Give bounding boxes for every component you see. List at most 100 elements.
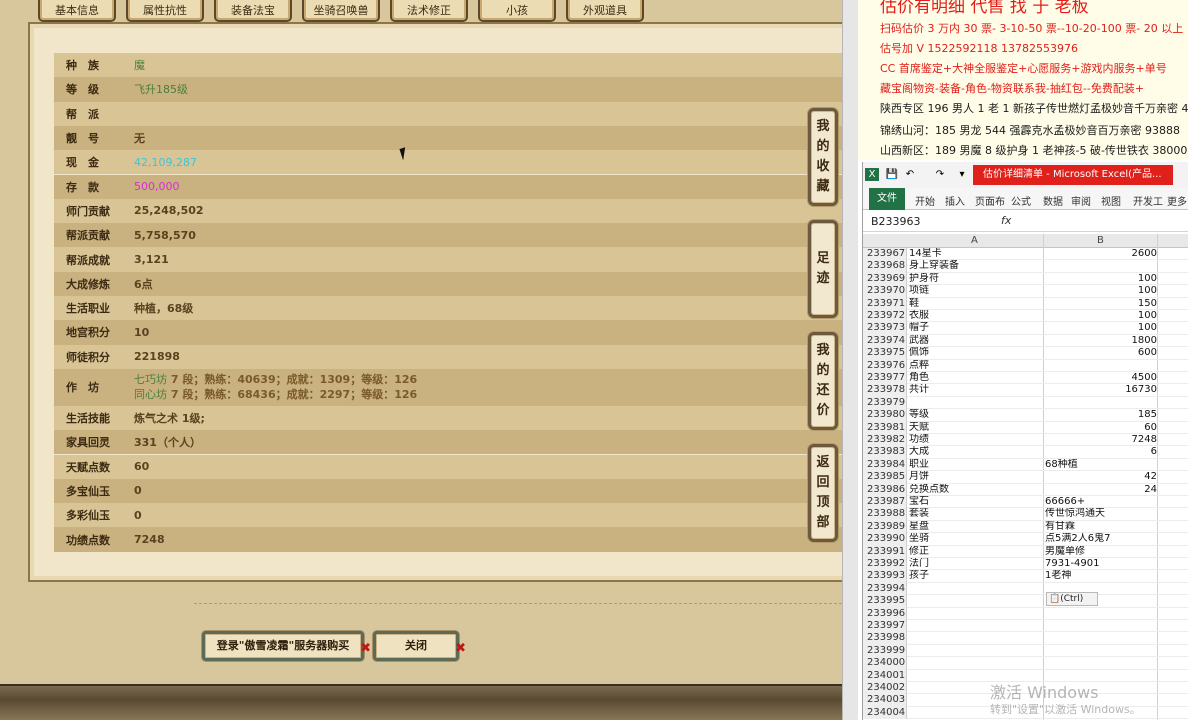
cell-b[interactable]: 150 xyxy=(1045,298,1157,310)
tab-3[interactable]: 装备法宝 xyxy=(214,0,292,22)
row-number[interactable]: 233968 xyxy=(863,260,907,273)
row-number[interactable]: 233980 xyxy=(863,409,907,422)
cell-b[interactable]: 100 xyxy=(1045,310,1157,322)
back-to-top-button[interactable]: 返回顶部 xyxy=(808,444,838,542)
cell-b[interactable]: 42 xyxy=(1045,471,1157,483)
row-number[interactable]: 233987 xyxy=(863,496,907,509)
row-number[interactable]: 233972 xyxy=(863,310,907,323)
cell-b[interactable]: 68种植 xyxy=(1045,459,1157,471)
cell-a[interactable]: 帽子 xyxy=(909,322,1043,334)
cell-a[interactable]: 14星卡 xyxy=(909,248,1043,260)
my-favorites-button[interactable]: 我的收藏 xyxy=(808,108,838,206)
row-number[interactable]: 234001 xyxy=(863,669,907,682)
cell-b[interactable]: 24 xyxy=(1045,484,1157,496)
redo-icon[interactable]: ↷ xyxy=(933,168,947,181)
ribbon-tab-2[interactable]: 开始 xyxy=(915,193,935,208)
column-b-header[interactable]: B xyxy=(1097,235,1104,246)
cell-a[interactable]: 坐骑 xyxy=(909,533,1043,545)
row-number[interactable]: 233997 xyxy=(863,620,907,633)
name-box[interactable]: B233963 xyxy=(871,214,959,230)
cell-a[interactable]: 功绩 xyxy=(909,434,1043,446)
cell-a[interactable]: 兑换点数 xyxy=(909,484,1043,496)
cell-b[interactable]: 点5满2人6鬼7 xyxy=(1045,533,1157,545)
row-number[interactable]: 233985 xyxy=(863,471,907,484)
tab-1[interactable]: 基本信息 xyxy=(38,0,116,22)
quick-access-dropdown-icon[interactable]: ▾ xyxy=(955,168,969,181)
cell-b[interactable]: 100 xyxy=(1045,285,1157,297)
cell-b[interactable]: 600 xyxy=(1045,347,1157,359)
cell-b[interactable]: 有甘霖 xyxy=(1045,521,1157,533)
row-number[interactable]: 233993 xyxy=(863,570,907,583)
row-number[interactable]: 233978 xyxy=(863,384,907,397)
cell-b[interactable]: 男魔单修 xyxy=(1045,546,1157,558)
cell-a[interactable]: 佩饰 xyxy=(909,347,1043,359)
row-number[interactable]: 233967 xyxy=(863,248,907,261)
row-number[interactable]: 233996 xyxy=(863,607,907,620)
row-number[interactable]: 234004 xyxy=(863,706,907,720)
cell-b[interactable]: 100 xyxy=(1045,322,1157,334)
row-number[interactable]: 233983 xyxy=(863,446,907,459)
fx-icon[interactable]: fx xyxy=(1001,214,1011,227)
cell-b[interactable]: 6 xyxy=(1045,446,1157,458)
cell-b[interactable]: 1老神 xyxy=(1045,570,1157,582)
row-number[interactable]: 233975 xyxy=(863,347,907,360)
cell-b[interactable]: 7931-4901 xyxy=(1045,558,1157,570)
row-number[interactable]: 233970 xyxy=(863,285,907,298)
cell-b[interactable]: 16730 xyxy=(1045,384,1157,396)
login-server-buy-button[interactable]: 登录"傲雪凌霜"服务器购买 ✖ xyxy=(202,631,371,661)
row-number[interactable]: 233981 xyxy=(863,421,907,434)
cell-a[interactable]: 职业 xyxy=(909,459,1043,471)
cell-a[interactable]: 月饼 xyxy=(909,471,1043,483)
tab-6[interactable]: 小孩 xyxy=(478,0,556,22)
ribbon-tab-3[interactable]: 插入 xyxy=(945,193,965,208)
cell-a[interactable]: 武器 xyxy=(909,335,1043,347)
tab-4[interactable]: 坐骑召唤兽 xyxy=(302,0,380,22)
cell-a[interactable]: 大成 xyxy=(909,446,1043,458)
paste-options-button[interactable]: 📋(Ctrl) xyxy=(1046,592,1098,606)
ribbon-tab-6[interactable]: 数据 xyxy=(1043,193,1063,208)
ribbon-tab-1[interactable]: 文件 xyxy=(869,188,905,210)
cell-b[interactable]: 66666+ xyxy=(1045,496,1157,508)
save-icon[interactable]: 💾 xyxy=(885,168,899,181)
row-number[interactable]: 233989 xyxy=(863,520,907,534)
cell-b[interactable]: 100 xyxy=(1045,273,1157,285)
row-number[interactable]: 233974 xyxy=(863,334,907,348)
row-number[interactable]: 234003 xyxy=(863,694,907,707)
ribbon-tab-8[interactable]: 视图 xyxy=(1101,193,1121,208)
cell-a[interactable]: 鞋 xyxy=(909,298,1043,310)
cell-b[interactable]: 185 xyxy=(1045,409,1157,421)
cell-b[interactable]: 60 xyxy=(1045,422,1157,434)
row-number[interactable]: 233990 xyxy=(863,533,907,546)
ribbon-tab-5[interactable]: 公式 xyxy=(1011,193,1031,208)
row-number[interactable]: 234000 xyxy=(863,657,907,670)
row-number[interactable]: 233992 xyxy=(863,558,907,571)
ribbon-tab-7[interactable]: 审阅 xyxy=(1071,193,1091,208)
row-number[interactable]: 233973 xyxy=(863,322,907,335)
close-button[interactable]: 关闭 ✖ xyxy=(373,631,466,661)
cell-a[interactable]: 身上穿装备 xyxy=(909,260,1043,272)
row-number[interactable]: 233994 xyxy=(863,582,907,596)
undo-icon[interactable]: ↶ xyxy=(903,168,917,181)
cell-a[interactable]: 法门 xyxy=(909,558,1043,570)
row-number[interactable]: 233999 xyxy=(863,644,907,658)
cell-a[interactable]: 等级 xyxy=(909,409,1043,421)
row-number[interactable]: 233995 xyxy=(863,595,907,608)
row-number[interactable]: 233971 xyxy=(863,297,907,310)
ribbon-tab-10[interactable]: 更多 xyxy=(1167,193,1187,208)
my-counteroffers-button[interactable]: 我的还价 xyxy=(808,332,838,430)
cell-a[interactable]: 孩子 xyxy=(909,570,1043,582)
row-number[interactable]: 233969 xyxy=(863,272,907,286)
cell-a[interactable]: 点粹 xyxy=(909,360,1043,372)
tab-2[interactable]: 属性抗性 xyxy=(126,0,204,22)
ribbon-tab-4[interactable]: 页面布 xyxy=(975,193,1005,208)
row-number[interactable]: 233998 xyxy=(863,632,907,645)
row-number[interactable]: 233988 xyxy=(863,508,907,521)
cell-a[interactable]: 项链 xyxy=(909,285,1043,297)
window-scrollbar[interactable] xyxy=(842,0,858,720)
cell-a[interactable]: 护身符 xyxy=(909,273,1043,285)
row-number[interactable]: 233984 xyxy=(863,458,907,472)
cell-a[interactable]: 星盘 xyxy=(909,521,1043,533)
cell-a[interactable]: 修正 xyxy=(909,546,1043,558)
row-number[interactable]: 233977 xyxy=(863,372,907,385)
cell-a[interactable]: 天赋 xyxy=(909,422,1043,434)
